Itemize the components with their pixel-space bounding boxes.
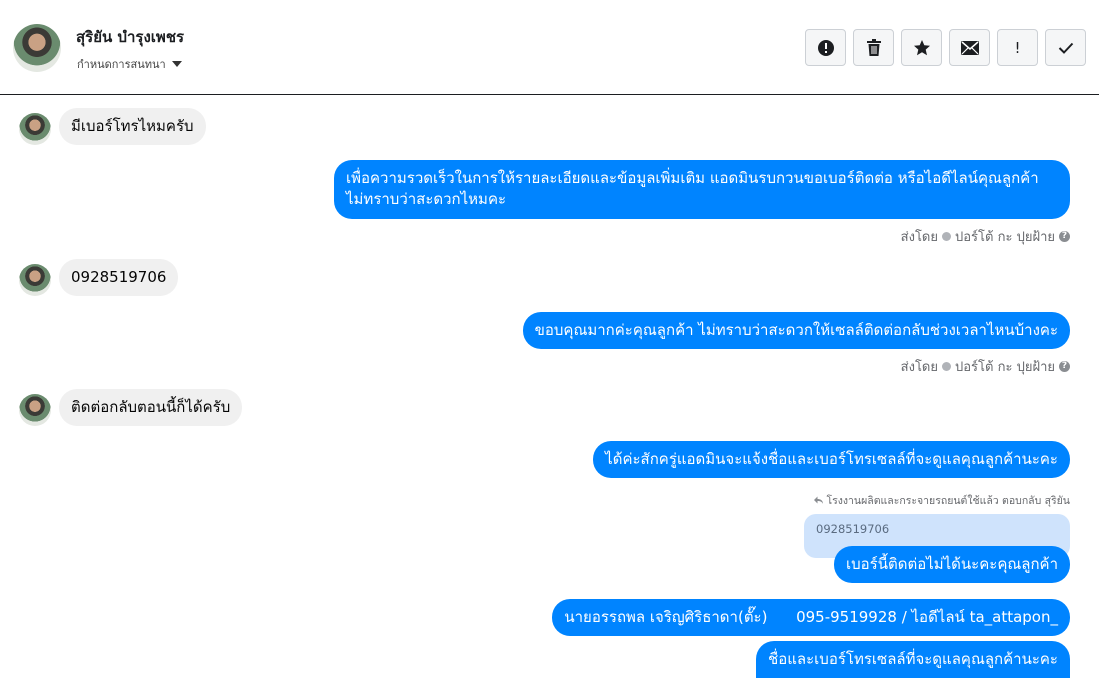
help-icon[interactable]: ?	[1059, 231, 1070, 242]
sender-avatar[interactable]	[19, 394, 51, 426]
mark-unread-button[interactable]	[949, 29, 990, 66]
verified-icon	[942, 362, 951, 371]
reply-context-text: โรงงานผลิตและกระจายรถยนต์ใช้แล้ว ตอบกลับ…	[826, 495, 1071, 507]
reply-context: โรงงานผลิตและกระจายรถยนต์ใช้แล้ว ตอบกลับ…	[813, 492, 1071, 509]
caret-down-icon	[171, 61, 182, 67]
incoming-message[interactable]: มีเบอร์โทรไหมครับ	[59, 108, 206, 145]
sender-avatar[interactable]	[19, 264, 51, 296]
outgoing-message[interactable]: นายอรรถพล เจริญศิริธาดา(ตั๊ะ) 095-951992…	[552, 599, 1070, 636]
verified-icon	[942, 232, 951, 241]
star-icon	[913, 39, 930, 55]
contact-name[interactable]: สุริยัน บำรุงเพชร	[76, 25, 184, 49]
reply-arrow-icon	[813, 496, 823, 504]
done-button[interactable]	[1045, 29, 1086, 66]
sender-avatar[interactable]	[19, 113, 51, 145]
sent-by-name: ปอร์โต้ กะ ปุยฝ้าย	[955, 360, 1055, 375]
outgoing-message[interactable]: เบอร์นี้ติดต่อไม่ได้นะคะคุณลูกค้า	[834, 546, 1070, 583]
outgoing-message[interactable]: เพื่อความรวดเร็วในการให้รายละเอียดและข้อ…	[334, 160, 1070, 219]
outgoing-message[interactable]: ขอบคุณมากค่ะคุณลูกค้า ไม่ทราบว่าสะดวกให้…	[522, 312, 1070, 349]
envelope-icon	[960, 40, 979, 55]
follow-up-button[interactable]: !	[997, 29, 1038, 66]
outgoing-message[interactable]: ได้ค่ะสักครู่แอดมินจะแจ้งชื่อและเบอร์โทร…	[593, 441, 1070, 478]
sent-by-prefix: ส่งโดย	[900, 230, 938, 245]
conversation-header: สุริยัน บำรุงเพชร กำหนดการสนทนา !	[0, 0, 1099, 95]
delete-button[interactable]	[853, 29, 894, 66]
incoming-message[interactable]: 0928519706	[59, 259, 179, 296]
star-button[interactable]	[901, 29, 942, 66]
assign-conversation-label: กำหนดการสนทนา	[77, 58, 166, 71]
sent-by-prefix: ส่งโดย	[900, 360, 938, 375]
trash-icon	[866, 38, 881, 56]
exclamation-icon: !	[1014, 38, 1021, 57]
sent-by-name: ปอร์โต้ กะ ปุยฝ้าย	[955, 230, 1055, 245]
incoming-message[interactable]: ติดต่อกลับตอนนี้ก็ได้ครับ	[59, 389, 243, 426]
spam-button[interactable]	[805, 29, 846, 66]
outgoing-message[interactable]: ชื่อและเบอร์โทรเซลล์ที่จะดูแลคุณลูกค้านะ…	[756, 641, 1070, 678]
sent-by-info: ส่งโดย ปอร์โต้ กะ ปุยฝ้าย ?	[901, 226, 1070, 247]
sent-by-info: ส่งโดย ปอร์โต้ กะ ปุยฝ้าย ?	[901, 356, 1070, 377]
conversation-actions: !	[805, 29, 1086, 66]
assign-conversation-dropdown[interactable]: กำหนดการสนทนา	[77, 55, 182, 73]
check-icon	[1058, 42, 1073, 54]
alert-circle-icon	[817, 39, 834, 56]
contact-avatar[interactable]	[13, 24, 61, 72]
help-icon[interactable]: ?	[1059, 361, 1070, 372]
